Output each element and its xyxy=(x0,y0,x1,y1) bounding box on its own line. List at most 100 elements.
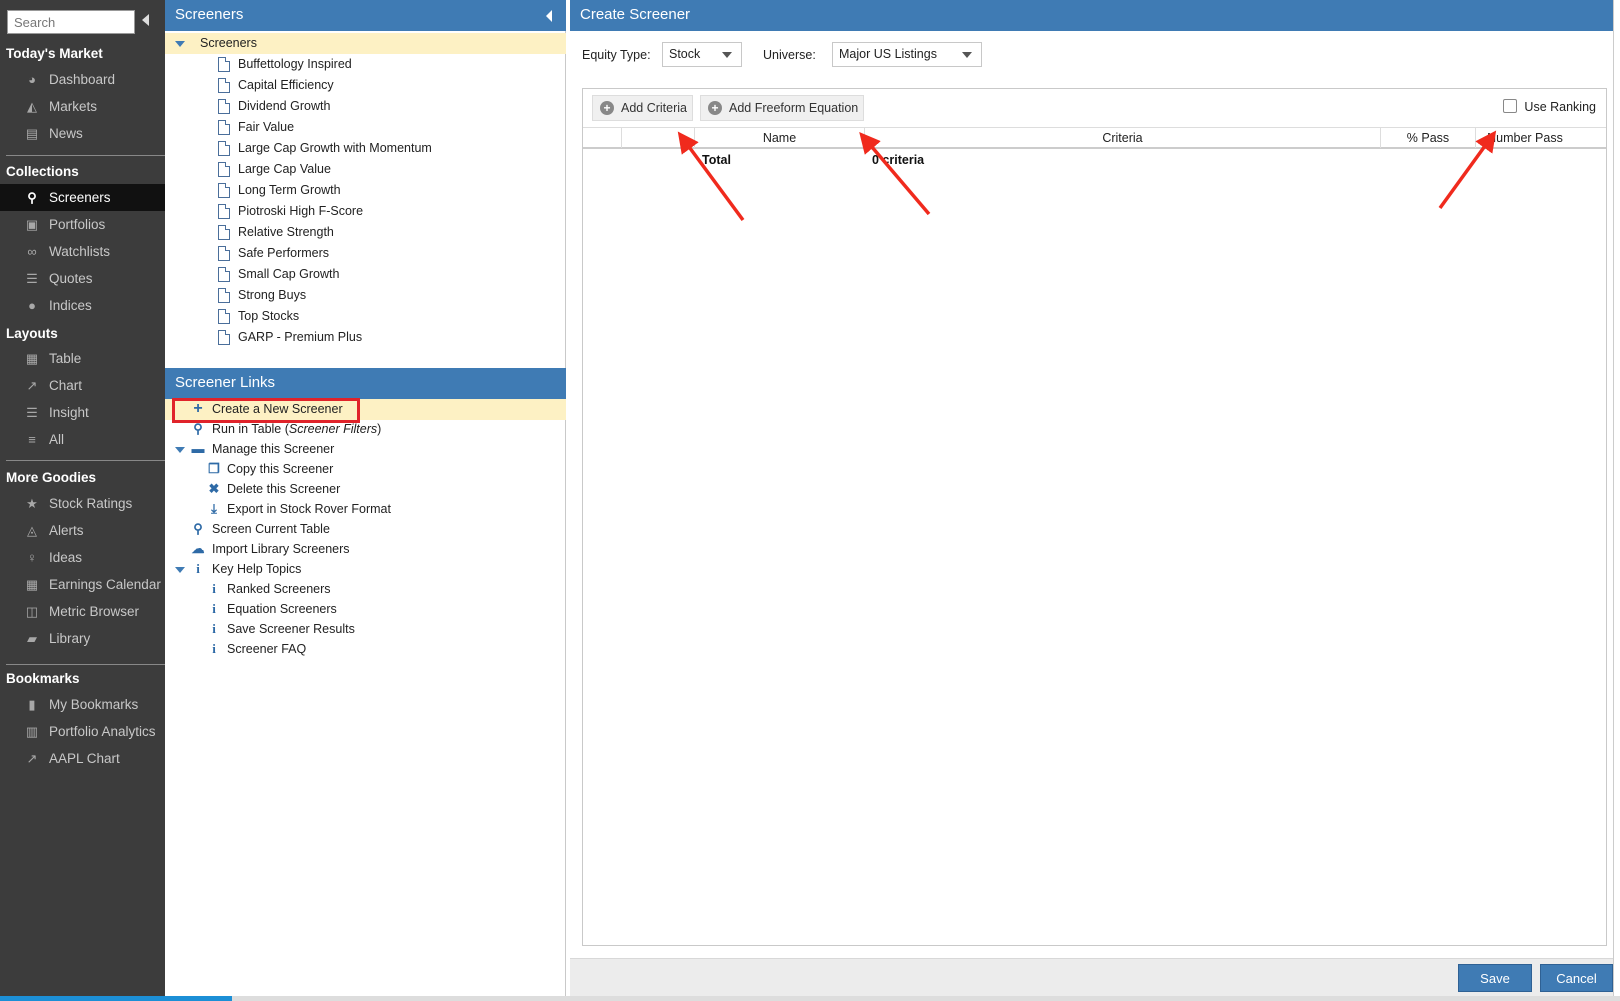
screener-item[interactable]: Fair Value xyxy=(165,117,566,138)
screener-item[interactable]: Capital Efficiency xyxy=(165,75,566,96)
expand-arrow-icon[interactable] xyxy=(175,447,185,453)
nav-item-watchlists[interactable]: ∞ Watchlists xyxy=(0,238,165,265)
nav-item-ideas[interactable]: ♀ Ideas xyxy=(0,544,165,571)
nav-item-label: Insight xyxy=(49,405,89,420)
expand-arrow-icon[interactable] xyxy=(175,41,185,47)
bar-chart-icon: ▥ xyxy=(25,724,39,739)
link-manage-screener[interactable]: ▬ Manage this Screener xyxy=(165,439,566,460)
screener-item[interactable]: Piotroski High F-Score xyxy=(165,201,566,222)
nav-item-quotes[interactable]: ☰ Quotes xyxy=(0,265,165,292)
search-box[interactable] xyxy=(7,10,135,34)
link-copy-screener[interactable]: ❐ Copy this Screener xyxy=(165,459,566,480)
nav-item-alerts[interactable]: ◬ Alerts xyxy=(0,517,165,544)
close-icon: ✖ xyxy=(208,481,220,496)
column-header-name[interactable]: Name xyxy=(695,128,865,148)
use-ranking-toggle[interactable]: Use Ranking xyxy=(1503,99,1596,115)
nav-item-label: Screeners xyxy=(49,190,111,205)
panel-title: Screener Links xyxy=(175,374,276,391)
nav-divider xyxy=(6,155,165,156)
newspaper-icon: ▤ xyxy=(25,126,39,141)
search-input[interactable] xyxy=(8,11,134,33)
link-label: Run in Table ( xyxy=(212,422,289,436)
document-icon xyxy=(218,141,230,156)
nav-item-metric-browser[interactable]: ◫ Metric Browser xyxy=(0,598,165,625)
nav-item-label: Watchlists xyxy=(49,244,111,259)
link-export-screener[interactable]: ⤓ Export in Stock Rover Format xyxy=(165,499,566,520)
collapse-nav-icon[interactable] xyxy=(142,14,149,26)
chevron-down-icon xyxy=(722,52,732,58)
nav-item-label: Library xyxy=(49,631,91,646)
universe-value: Major US Listings xyxy=(839,47,937,61)
section-todays-market: Today's Market xyxy=(6,46,103,61)
area-chart-icon: ◭ xyxy=(27,99,37,114)
screener-item[interactable]: Relative Strength xyxy=(165,222,566,243)
screeners-panel: Screeners Screeners Buffettology Inspire… xyxy=(165,0,566,1001)
tree-root-screeners[interactable]: Screeners xyxy=(165,33,566,54)
nav-item-chart[interactable]: ↗ Chart xyxy=(0,372,165,399)
nav-item-indices[interactable]: ● Indices xyxy=(0,292,165,319)
link-ranked-screeners[interactable]: i Ranked Screeners xyxy=(165,579,566,600)
line-chart-icon: ↗ xyxy=(26,378,38,393)
nav-item-library[interactable]: ▰ Library xyxy=(0,625,165,652)
universe-select[interactable]: Major US Listings xyxy=(832,42,982,67)
nav-item-portfolio-analytics[interactable]: ▥ Portfolio Analytics xyxy=(0,718,165,745)
add-criteria-button[interactable]: + Add Criteria xyxy=(592,95,693,121)
document-icon xyxy=(218,99,230,114)
left-navigation: Today's Market ◕ Dashboard ◭ Markets ▤ News… xyxy=(0,0,165,1001)
nav-item-portfolios[interactable]: ▣ Portfolios xyxy=(0,211,165,238)
screener-item[interactable]: Small Cap Growth xyxy=(165,264,566,285)
screener-item[interactable]: Dividend Growth xyxy=(165,96,566,117)
link-key-help-topics[interactable]: i Key Help Topics xyxy=(165,559,566,580)
column-header-criteria[interactable]: Criteria xyxy=(865,128,1381,148)
nav-item-screeners[interactable]: ⚲ Screeners xyxy=(0,184,165,211)
nav-item-aapl-chart[interactable]: ↗ AAPL Chart xyxy=(0,745,165,772)
cancel-button[interactable]: Cancel xyxy=(1540,964,1613,992)
use-ranking-checkbox[interactable] xyxy=(1503,99,1518,113)
universe-label: Universe: xyxy=(763,48,816,62)
screener-item-label: Strong Buys xyxy=(238,288,307,302)
lines-icon: ≡ xyxy=(28,432,36,447)
nav-item-dashboard[interactable]: ◕ Dashboard xyxy=(0,66,165,93)
link-import-library[interactable]: ☁ Import Library Screeners xyxy=(165,539,566,560)
screener-item[interactable]: Buffettology Inspired xyxy=(165,54,566,75)
nav-item-all[interactable]: ≡ All xyxy=(0,426,165,453)
window-edge-scrollbar[interactable] xyxy=(1613,0,1620,1001)
screener-item[interactable]: Large Cap Value xyxy=(165,159,566,180)
nav-item-table[interactable]: ▦ Table xyxy=(0,345,165,372)
screener-item[interactable]: Large Cap Growth with Momentum xyxy=(165,138,566,159)
screener-item[interactable]: GARP - Premium Plus xyxy=(165,327,566,348)
link-label-close: ) xyxy=(377,422,382,436)
nav-item-label: All xyxy=(49,432,65,447)
document-icon xyxy=(218,162,230,177)
nav-item-markets[interactable]: ◭ Markets xyxy=(0,93,165,120)
nav-item-my-bookmarks[interactable]: ▮ My Bookmarks xyxy=(0,691,165,718)
link-delete-screener[interactable]: ✖ Delete this Screener xyxy=(165,479,566,500)
nav-item-stock-ratings[interactable]: ★ Stock Ratings xyxy=(0,490,165,517)
screener-item[interactable]: Strong Buys xyxy=(165,285,566,306)
total-label: Total xyxy=(702,153,731,167)
link-save-screener-results[interactable]: i Save Screener Results xyxy=(165,619,566,640)
list-icon: ☰ xyxy=(26,405,38,420)
section-collections: Collections xyxy=(6,164,79,179)
expand-arrow-icon[interactable] xyxy=(175,567,185,573)
calendar-icon: ▦ xyxy=(25,577,39,592)
nav-item-earnings-calendar[interactable]: ▦ Earnings Calendar xyxy=(0,571,165,598)
screener-item[interactable]: Safe Performers xyxy=(165,243,566,264)
screener-item[interactable]: Top Stocks xyxy=(165,306,566,327)
document-icon xyxy=(218,246,230,261)
table-icon: ▦ xyxy=(25,351,39,366)
save-button[interactable]: Save xyxy=(1458,964,1532,992)
equity-type-select[interactable]: Stock xyxy=(662,42,742,67)
document-icon xyxy=(218,204,230,219)
link-screener-faq[interactable]: i Screener FAQ xyxy=(165,639,566,660)
column-header-pct-pass[interactable]: % Pass xyxy=(1381,128,1476,148)
add-freeform-equation-button[interactable]: + Add Freeform Equation xyxy=(700,95,864,121)
collapse-panel-icon[interactable] xyxy=(546,10,552,22)
nav-item-news[interactable]: ▤ News xyxy=(0,120,165,147)
nav-item-insight[interactable]: ☰ Insight xyxy=(0,399,165,426)
column-header-number-pass[interactable]: Number Pass xyxy=(1476,128,1574,148)
screener-item[interactable]: Long Term Growth xyxy=(165,180,566,201)
link-label: Key Help Topics xyxy=(212,562,302,576)
link-equation-screeners[interactable]: i Equation Screeners xyxy=(165,599,566,620)
link-screen-current-table[interactable]: ⚲ Screen Current Table xyxy=(165,519,566,540)
